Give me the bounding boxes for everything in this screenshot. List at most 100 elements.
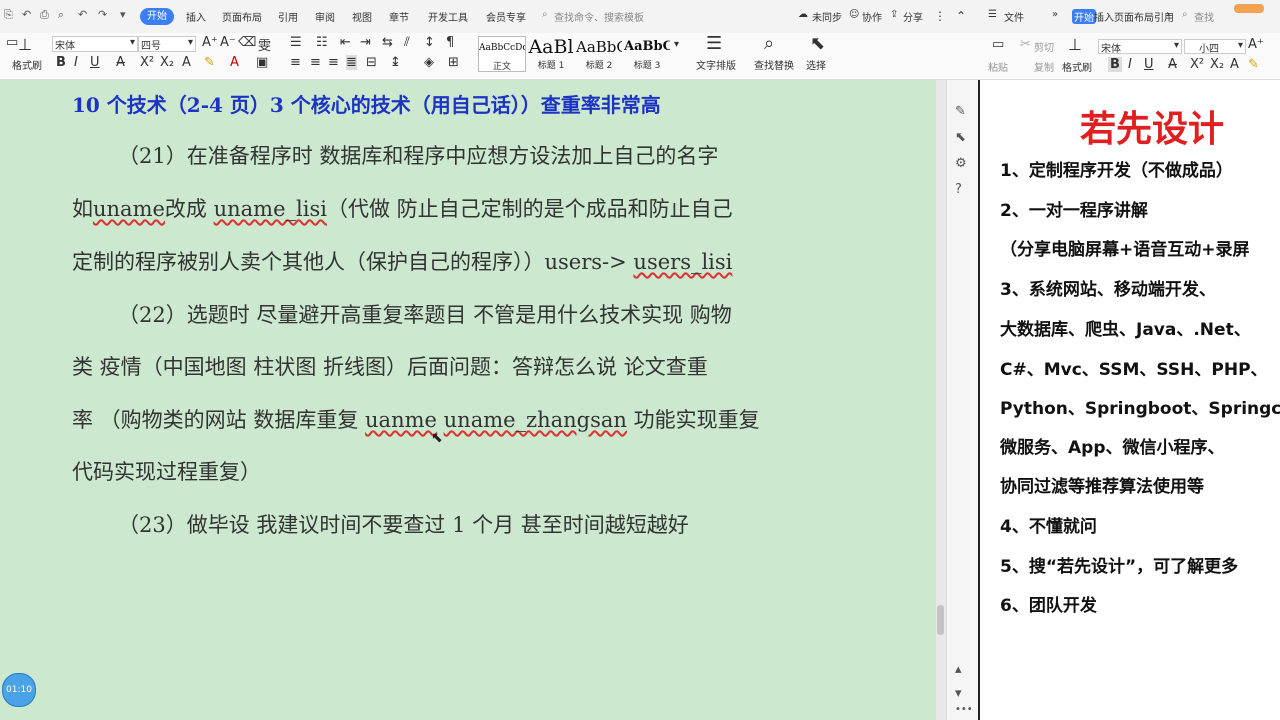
tab-view[interactable]: 视图 xyxy=(352,9,372,24)
command-search[interactable]: 查找命令、搜索模板 xyxy=(554,9,644,24)
format-painter-label[interactable]: 格式刷 xyxy=(12,57,42,72)
text-direction-icon[interactable]: ⫽ xyxy=(404,35,410,50)
tab-review[interactable]: 审阅 xyxy=(315,9,335,24)
format-painter-label[interactable]: 格式刷 xyxy=(1062,59,1092,74)
settings-sliders-icon[interactable]: ⚙ xyxy=(955,156,967,171)
customize-icon[interactable]: ▾ xyxy=(120,8,126,21)
shrink-font-icon[interactable]: A⁻ xyxy=(220,35,236,50)
highlight-icon[interactable]: ✎ xyxy=(204,55,215,70)
tab-page-layout[interactable]: 页面布局 xyxy=(222,9,262,24)
font-color-icon[interactable]: A xyxy=(230,55,239,70)
scroll-thumb[interactable] xyxy=(937,605,944,635)
numbered-list-icon[interactable]: ☷ xyxy=(316,35,328,50)
italic-icon[interactable]: I xyxy=(1128,57,1132,72)
select-button[interactable]: 选择 xyxy=(806,57,826,72)
tab-start[interactable]: 开始 xyxy=(140,8,174,25)
file-menu[interactable]: 文件 xyxy=(1004,9,1024,24)
save-icon[interactable]: ⎘ xyxy=(4,8,13,22)
text-layout-button[interactable]: 文字排版 xyxy=(696,57,736,72)
superscript-icon[interactable]: X² xyxy=(140,55,154,70)
bold-icon[interactable]: B xyxy=(56,55,66,70)
find-replace-button[interactable]: 查找替换 xyxy=(754,57,794,72)
strikethrough-icon[interactable]: A̶ xyxy=(1168,57,1177,72)
increase-indent-icon[interactable]: ⇥ xyxy=(360,35,371,50)
chinese-layout-icon[interactable]: ⇆ xyxy=(382,35,393,50)
redo-icon[interactable]: ↷ xyxy=(98,8,107,21)
font-name-select[interactable]: 宋体 ▾ xyxy=(52,36,138,52)
strikethrough-icon[interactable]: A̶ xyxy=(116,55,125,70)
paste-label[interactable]: 粘贴 xyxy=(988,59,1008,74)
subscript-icon[interactable]: X₂ xyxy=(1210,57,1224,72)
text-effect-icon[interactable]: A xyxy=(182,55,191,70)
format-painter-icon[interactable]: ⊥ xyxy=(18,35,32,54)
text-effect-icon[interactable]: A xyxy=(1230,57,1239,72)
format-painter-icon[interactable]: ⊥ xyxy=(1068,35,1082,54)
justify-icon[interactable]: ≣ xyxy=(346,55,357,70)
style-heading-3[interactable]: AaBbC 标题 3 xyxy=(624,36,670,71)
more-options-icon[interactable]: ••• xyxy=(955,704,973,715)
tab-membership[interactable]: 会员专享 xyxy=(486,9,526,24)
show-marks-icon[interactable]: ¶ xyxy=(446,35,454,50)
bullet-list-icon[interactable]: ☰ xyxy=(290,35,302,50)
decrease-indent-icon[interactable]: ⇤ xyxy=(340,35,351,50)
document-page[interactable] xyxy=(0,80,936,720)
more-tabs-icon[interactable]: » xyxy=(1052,9,1058,20)
clear-format-icon[interactable]: ⌫ xyxy=(238,35,256,50)
tabs-chevron-icon[interactable]: › xyxy=(1166,9,1170,20)
font-size-select[interactable]: 四号 ▾ xyxy=(138,36,196,52)
right-tab-start[interactable]: 开始 xyxy=(1072,9,1096,24)
edit-icon[interactable]: ✎ xyxy=(955,104,966,119)
style-heading-1[interactable]: AaBl 标题 1 xyxy=(528,36,574,71)
collapse-ribbon-icon[interactable]: ⌃ xyxy=(956,9,966,23)
bold-icon[interactable]: B xyxy=(1108,57,1122,72)
align-left-icon[interactable]: ≡ xyxy=(290,55,301,70)
superscript-icon[interactable]: X² xyxy=(1190,57,1204,72)
search-icon[interactable]: ⌕ xyxy=(542,9,548,20)
underline-icon[interactable]: U xyxy=(90,55,100,70)
undo-icon[interactable]: ↶ xyxy=(78,8,87,21)
copy-label[interactable]: 复制 xyxy=(1034,59,1054,74)
help-icon[interactable]: ? xyxy=(955,182,962,197)
share-button[interactable]: 分享 xyxy=(903,9,923,24)
find-replace-icon[interactable]: ⌕ xyxy=(764,33,774,54)
sync-status[interactable]: 未同步 xyxy=(812,9,842,24)
grow-font-icon[interactable]: A⁺ xyxy=(1248,37,1264,52)
italic-icon[interactable]: I xyxy=(74,55,78,70)
line-spacing-icon[interactable]: ↨ xyxy=(390,55,401,70)
sort-icon[interactable]: ↕ xyxy=(424,35,435,50)
style-heading-2[interactable]: AaBbC 标题 2 xyxy=(576,36,622,71)
grow-font-icon[interactable]: A⁺ xyxy=(202,35,218,50)
preview-icon[interactable]: ⌕ xyxy=(58,8,64,22)
cursor-select-icon[interactable]: ⬉ xyxy=(810,33,825,54)
borders-icon[interactable]: ⊞ xyxy=(448,55,459,70)
highlight-icon[interactable]: ✎ xyxy=(1248,57,1259,72)
paste-icon[interactable]: ▭ xyxy=(992,37,1004,52)
underline-icon[interactable]: U xyxy=(1144,57,1154,72)
cut-icon[interactable]: ✂ xyxy=(1020,37,1031,52)
undo-history-icon[interactable]: ↶ xyxy=(22,8,31,21)
tab-developer[interactable]: 开发工具 xyxy=(428,9,468,24)
tab-references[interactable]: 引用 xyxy=(278,9,298,24)
shading-icon[interactable]: ◈ xyxy=(424,55,434,70)
styles-scroll-icon[interactable]: ▾ xyxy=(674,39,679,50)
more-icon[interactable]: ⋮ xyxy=(934,9,946,23)
distribute-icon[interactable]: ⊟ xyxy=(366,55,377,70)
style-normal[interactable]: AaBbCcDd 正文 xyxy=(478,36,526,72)
hamburger-icon[interactable]: ☰ xyxy=(988,9,997,20)
promo-badge[interactable] xyxy=(1234,4,1264,13)
align-right-icon[interactable]: ≡ xyxy=(328,55,339,70)
print-icon[interactable]: ⎙ xyxy=(40,8,49,22)
subscript-icon[interactable]: X₂ xyxy=(160,55,174,70)
scroll-down-icon[interactable]: ▾ xyxy=(955,686,962,701)
text-layout-icon[interactable]: ☰ xyxy=(706,33,722,54)
right-font-size-select[interactable]: 小四 ▾ xyxy=(1184,39,1246,55)
tab-insert[interactable]: 插入 xyxy=(186,9,206,24)
right-font-name-select[interactable]: 宋体 ▾ xyxy=(1098,39,1182,55)
char-border-icon[interactable]: ▣ xyxy=(256,55,268,70)
scroll-up-icon[interactable]: ▴ xyxy=(955,662,962,677)
search-icon[interactable]: ⌕ xyxy=(1182,9,1188,20)
collaborate-button[interactable]: 协作 xyxy=(862,9,882,24)
tab-chapter[interactable]: 章节 xyxy=(389,9,409,24)
align-center-icon[interactable]: ≡ xyxy=(310,55,321,70)
pointer-icon[interactable]: ⬉ xyxy=(955,130,966,145)
